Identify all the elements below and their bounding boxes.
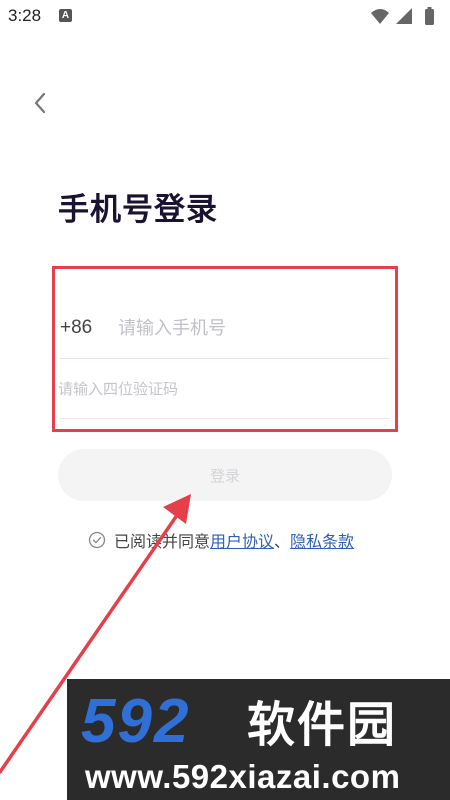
country-code[interactable]: +86 — [60, 317, 92, 339]
watermark-logo: 592 软件园 www.592xiazai.com — [67, 679, 450, 800]
login-button[interactable]: 登录 — [58, 449, 392, 501]
wifi-icon — [371, 9, 389, 24]
agreement: 已阅读并同意 用户协议 、 隐私条款 — [88, 528, 354, 552]
chevron-left-icon — [34, 92, 46, 114]
check-circle-icon[interactable] — [88, 531, 106, 549]
watermark-number: 592 — [81, 687, 191, 756]
watermark-name: 软件园 — [247, 697, 398, 753]
user-agreement-link[interactable]: 用户协议 — [210, 528, 274, 552]
verification-code-input[interactable] — [58, 373, 358, 405]
battery-icon — [425, 9, 434, 25]
status-time: 3:28 — [8, 6, 42, 25]
signal-icon — [396, 8, 412, 24]
phone-row: +86 — [60, 299, 390, 359]
privacy-policy-link[interactable]: 隐私条款 — [290, 528, 354, 552]
code-row — [58, 361, 390, 419]
back-button[interactable] — [28, 86, 58, 120]
notification-badge: A — [59, 9, 72, 22]
agreement-separator: 、 — [274, 532, 291, 551]
status-icons — [371, 7, 434, 25]
page-title: 手机号登录 — [58, 192, 218, 228]
phone-input[interactable] — [118, 311, 378, 345]
agreement-prefix: 已阅读并同意 — [114, 532, 211, 551]
watermark-url: www.592xiazai.com — [85, 758, 401, 795]
status-bar: 3:28 A — [0, 0, 450, 34]
login-form: +86 — [52, 266, 398, 432]
